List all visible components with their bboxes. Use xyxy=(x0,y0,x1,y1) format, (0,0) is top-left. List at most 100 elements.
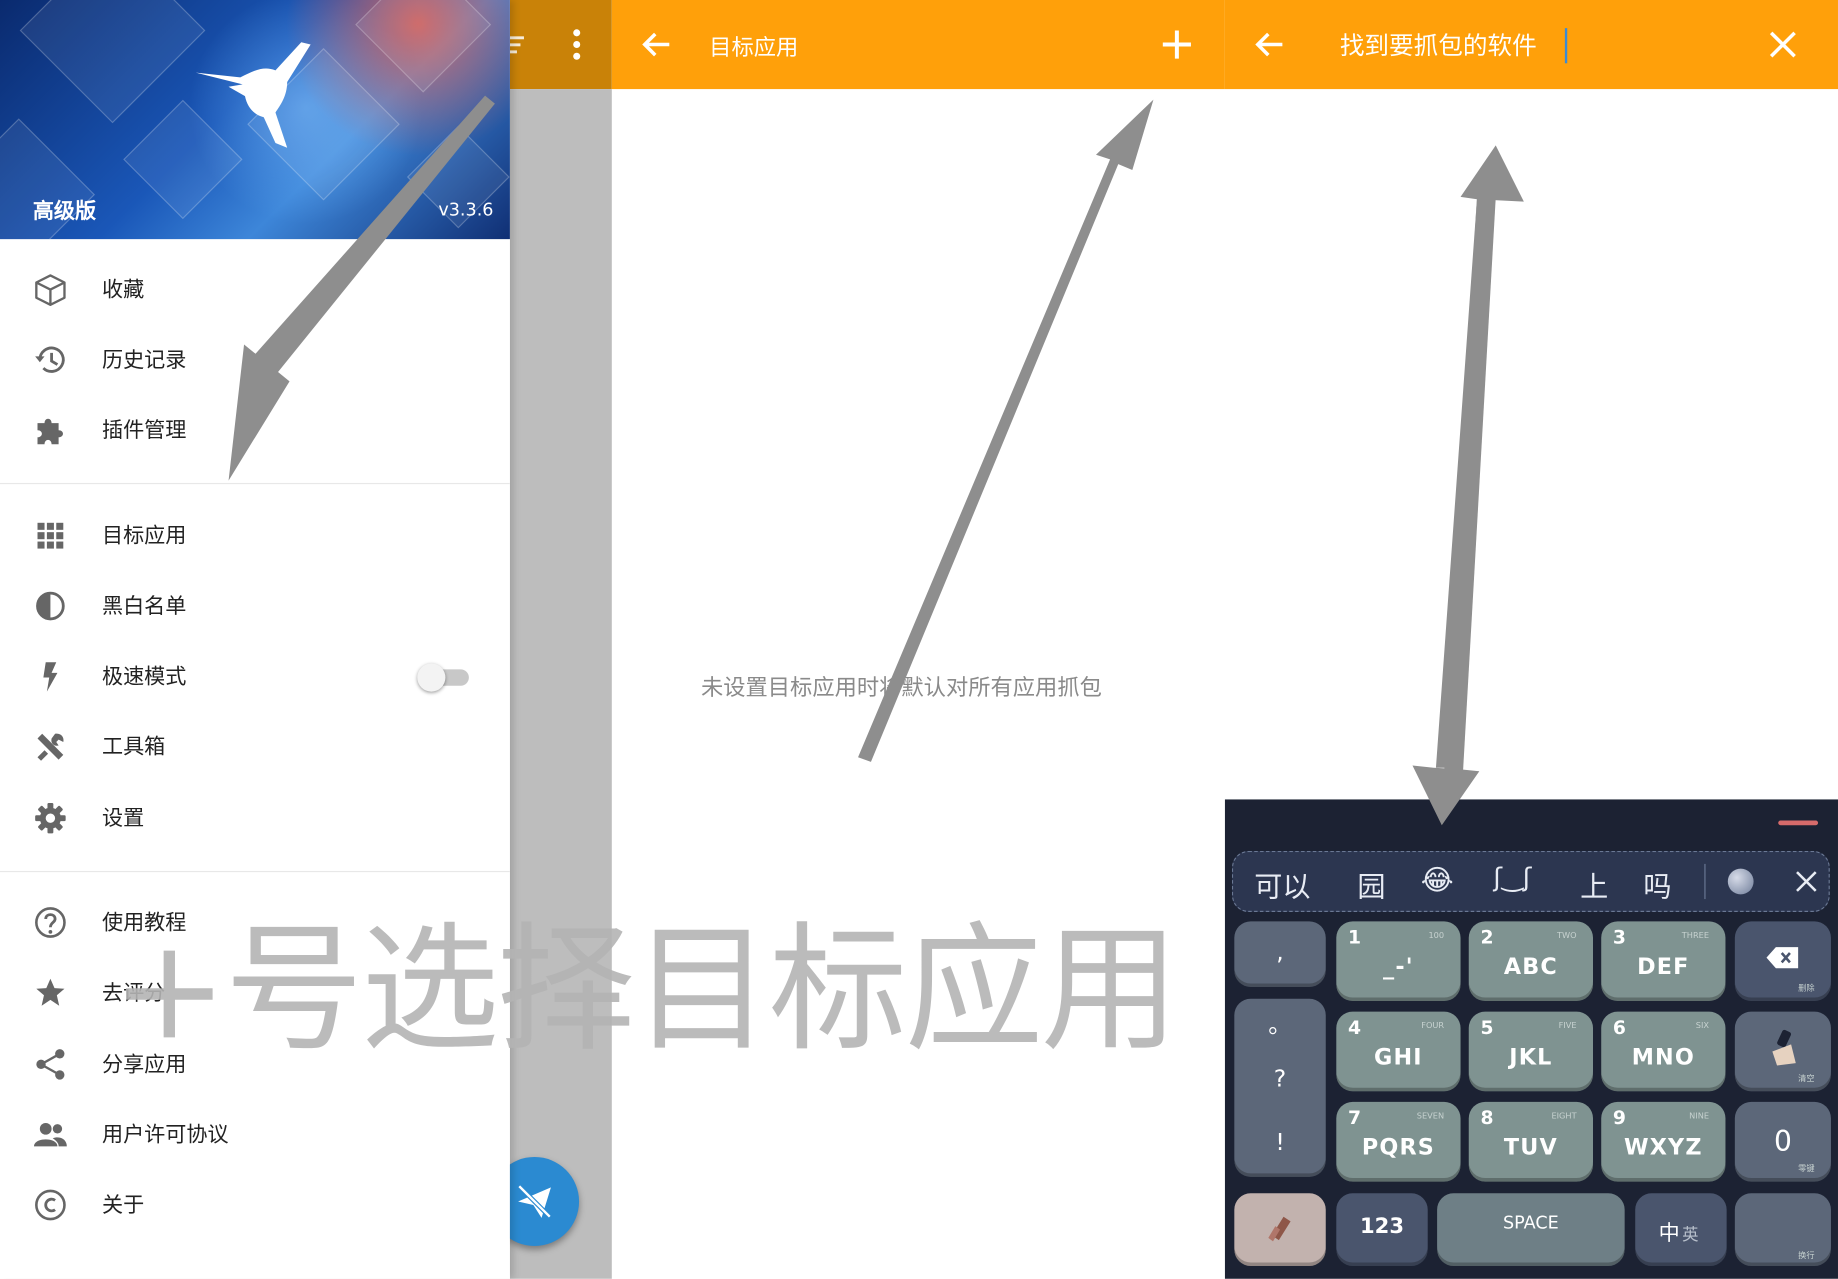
add-icon[interactable] xyxy=(1158,26,1196,64)
menu-item-favorites[interactable]: 收藏 xyxy=(0,253,510,323)
key-number: 1 xyxy=(1348,926,1362,949)
menu-item-settings[interactable]: 设置 xyxy=(0,782,510,852)
candidate[interactable]: 吗 xyxy=(1643,864,1671,905)
search-input[interactable] xyxy=(1339,23,1727,66)
key-letters: GHI xyxy=(1374,1044,1423,1071)
key-label: ? xyxy=(1273,1064,1287,1093)
paper-plane-off-icon xyxy=(517,1184,552,1219)
key-label-alt: 英 xyxy=(1682,1226,1699,1245)
key-number: 8 xyxy=(1480,1106,1494,1129)
toggle-thumb xyxy=(417,663,446,692)
search-panel: 可以 园 😂 ʃ‿ʃ 上 吗 , 。 ? ! xyxy=(1224,0,1838,1279)
version-label: v3.3.6 xyxy=(438,199,494,221)
key-2[interactable]: 2 TWO ABC xyxy=(1468,921,1594,1002)
key-number: 6 xyxy=(1612,1016,1626,1039)
key-letters: JKL xyxy=(1509,1044,1553,1071)
punct-key-comma[interactable]: , xyxy=(1234,921,1326,987)
key-letters: ABC xyxy=(1503,954,1558,980)
key-5[interactable]: 5 FIVE JKL xyxy=(1468,1011,1594,1092)
drawer-header: 高级版 v3.3.6 xyxy=(0,0,510,240)
delete-key[interactable]: 删除 xyxy=(1734,921,1831,1002)
menu-item-license[interactable]: 用户许可协议 xyxy=(0,1098,510,1168)
menu-item-label: 黑白名单 xyxy=(101,594,187,619)
back-arrow-icon[interactable] xyxy=(1251,26,1289,64)
candidate[interactable]: 可以 xyxy=(1254,864,1310,905)
menu-item-label: 收藏 xyxy=(101,277,145,303)
menu-item-target-apps[interactable]: 目标应用 xyxy=(0,499,510,569)
menu-item-about[interactable]: 关于 xyxy=(0,1169,510,1239)
zero-key[interactable]: 0 零键 xyxy=(1734,1101,1831,1182)
key-3[interactable]: 3 THREE DEF xyxy=(1601,921,1726,1002)
history-icon xyxy=(35,346,65,373)
target-apps-app-bar: 目标应用 xyxy=(611,0,1225,90)
key-label: 123 xyxy=(1359,1214,1405,1240)
hummingbird-logo-icon xyxy=(195,42,311,148)
key-8[interactable]: 8 EIGHT TUV xyxy=(1468,1101,1594,1182)
key-hint: 删除 xyxy=(1798,983,1815,993)
menu-item-label: 工具箱 xyxy=(101,734,166,760)
skin-ball-icon[interactable] xyxy=(1727,868,1754,895)
turbo-mode-toggle[interactable] xyxy=(417,663,469,692)
menu-item-label: 极速模式 xyxy=(101,664,187,690)
punct-column[interactable]: 。 ? ! xyxy=(1234,998,1326,1177)
people-icon xyxy=(33,1122,67,1147)
filter-icon[interactable] xyxy=(509,33,526,59)
key-letters: MNO xyxy=(1631,1044,1695,1071)
menu-item-label: 历史记录 xyxy=(101,348,187,373)
key-sub: FIVE xyxy=(1558,1020,1577,1031)
cube-icon xyxy=(35,274,66,306)
key-sub: THREE xyxy=(1681,930,1710,941)
tools-icon xyxy=(37,733,64,761)
candidate[interactable]: 😂 xyxy=(1421,864,1454,897)
key-hint: 零键 xyxy=(1798,1163,1815,1174)
drawer-scrim[interactable] xyxy=(509,89,612,1279)
key-4[interactable]: 4 FOUR GHI xyxy=(1336,1011,1461,1092)
screenshot-stage: 高级版 v3.3.6 收藏 历史记录 插件管理 目标应用 黑白名单 极速模式 工… xyxy=(0,0,1838,1279)
keyboard: 可以 园 😂 ʃ‿ʃ 上 吗 , 。 ? ! 1 100 _-' 2 TWO A… xyxy=(1224,799,1838,1279)
candidate[interactable]: 园 xyxy=(1357,864,1385,905)
menu-item-label: 设置 xyxy=(101,806,145,832)
key-9[interactable]: 9 NINE WXYZ xyxy=(1601,1101,1726,1182)
candidate-bar: 可以 园 😂 ʃ‿ʃ 上 吗 xyxy=(1231,851,1830,912)
key-sub: SEVEN xyxy=(1416,1111,1445,1121)
target-apps-panel: 目标应用 未设置目标应用时将默认对所有应用抓包 xyxy=(611,0,1225,1279)
key-letters: PQRS xyxy=(1361,1134,1435,1161)
more-vert-icon[interactable] xyxy=(569,28,585,61)
menu-item-black-white-list[interactable]: 黑白名单 xyxy=(0,570,510,640)
gear-icon xyxy=(35,802,66,834)
key-7[interactable]: 7 SEVEN PQRS xyxy=(1336,1101,1461,1182)
lightning-icon xyxy=(43,662,58,692)
copyright-icon xyxy=(35,1189,66,1221)
menu-item-toolbox[interactable]: 工具箱 xyxy=(0,710,510,780)
search-app-bar xyxy=(1224,0,1838,90)
enter-key[interactable]: 换行 xyxy=(1734,1193,1831,1266)
key-1[interactable]: 1 100 _-' xyxy=(1336,921,1461,1002)
back-arrow-icon[interactable] xyxy=(638,26,676,64)
candidate[interactable]: ʃ‿ʃ xyxy=(1493,864,1531,893)
share-icon xyxy=(36,1049,65,1080)
menu-item-plugins[interactable]: 插件管理 xyxy=(0,394,510,464)
key-6[interactable]: 6 SIX MNO xyxy=(1601,1011,1726,1092)
help-icon xyxy=(35,907,66,938)
space-key[interactable]: SPACE xyxy=(1437,1193,1625,1266)
keyboard-handle[interactable] xyxy=(1778,820,1819,826)
key-number: 7 xyxy=(1348,1106,1362,1129)
key-hint: 清空 xyxy=(1798,1073,1815,1084)
numeric-switch-key[interactable]: 123 xyxy=(1336,1193,1428,1266)
star-icon xyxy=(36,978,65,1006)
close-icon[interactable] xyxy=(1791,866,1821,896)
key-hint: 换行 xyxy=(1798,1250,1815,1261)
clear-key[interactable]: 清空 xyxy=(1734,1011,1831,1092)
emoji-sticker-key[interactable] xyxy=(1234,1193,1326,1266)
grid-icon xyxy=(37,522,64,549)
menu-item-label: 关于 xyxy=(101,1193,145,1218)
close-icon[interactable] xyxy=(1764,26,1802,64)
language-switch-key[interactable]: 中 英 xyxy=(1635,1193,1727,1266)
edition-label: 高级版 xyxy=(32,199,97,224)
candidate-separator xyxy=(1704,863,1706,900)
menu-item-history[interactable]: 历史记录 xyxy=(0,324,510,394)
key-label: SPACE xyxy=(1503,1212,1559,1234)
key-sub: FOUR xyxy=(1421,1020,1445,1031)
candidate[interactable]: 上 xyxy=(1580,864,1608,905)
annotation-caption: +号选择目标应用 xyxy=(111,908,1179,1071)
